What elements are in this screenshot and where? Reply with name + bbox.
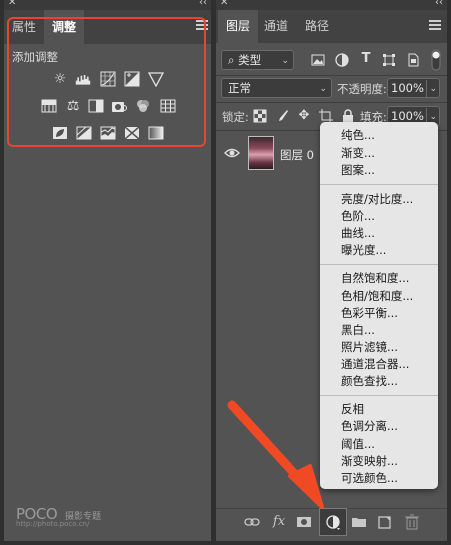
- chevron-down-icon: ⌄: [319, 84, 327, 94]
- menu-item-color-lookup[interactable]: 颜色查找...: [341, 374, 398, 388]
- poco-watermark: POCO 摄影专题 http://photo.poco.cn/: [16, 505, 101, 528]
- lock-transparent-icon[interactable]: [253, 109, 267, 123]
- panel-menu-icon[interactable]: [429, 20, 441, 30]
- menu-item-exposure[interactable]: 曝光度...: [341, 243, 386, 257]
- menu-item-gradient[interactable]: 渐变...: [341, 146, 375, 160]
- divider: [216, 102, 447, 103]
- tab-channels[interactable]: 通道: [256, 10, 296, 43]
- menu-item-brightness-contrast[interactable]: 亮度/对比度...: [341, 192, 413, 206]
- lock-label: 锁定:: [222, 110, 249, 124]
- smart-object-filter-icon[interactable]: [406, 53, 420, 67]
- type-filter-icon[interactable]: T: [359, 52, 373, 66]
- visibility-eye-icon[interactable]: [224, 146, 240, 160]
- layer-style-fx-icon[interactable]: fx: [270, 514, 288, 530]
- close-icon[interactable]: ✕: [8, 0, 16, 8]
- menu-separator: [320, 264, 438, 265]
- menu-item-curves[interactable]: 曲线...: [341, 226, 375, 240]
- menu-item-solid-color[interactable]: 纯色...: [341, 128, 375, 142]
- lock-all-icon[interactable]: [341, 109, 355, 123]
- menu-item-photo-filter[interactable]: 照片滤镜...: [341, 340, 398, 354]
- menu-item-hue-saturation[interactable]: 色相/饱和度...: [341, 289, 413, 303]
- left-titlebar: ✕ ‹‹: [4, 0, 211, 10]
- menu-item-threshold[interactable]: 阈值...: [341, 437, 375, 451]
- new-group-folder-icon[interactable]: [351, 514, 367, 530]
- tab-paths[interactable]: 路径: [297, 10, 337, 43]
- shape-filter-icon[interactable]: [382, 53, 396, 67]
- opacity-label: 不透明度:: [337, 82, 387, 96]
- delete-layer-trash-icon[interactable]: [404, 514, 420, 530]
- menu-item-pattern[interactable]: 图案...: [341, 163, 375, 177]
- collapse-icon[interactable]: ‹‹: [199, 0, 207, 8]
- chevron-down-icon[interactable]: ⌄: [426, 80, 437, 98]
- menu-item-gradient-map[interactable]: 渐变映射...: [341, 454, 398, 468]
- link-layers-icon[interactable]: [244, 514, 260, 530]
- image-filter-icon[interactable]: [311, 53, 325, 67]
- lock-position-icon[interactable]: ✥: [297, 109, 311, 123]
- fill-value: 100%: [391, 109, 424, 123]
- tab-layers[interactable]: 图层: [218, 10, 259, 43]
- menu-separator: [320, 184, 438, 185]
- chevron-down-icon: ⌄: [281, 56, 289, 66]
- menu-item-invert[interactable]: 反相: [341, 402, 364, 416]
- layer-thumbnail[interactable]: [248, 136, 274, 170]
- menu-item-selective-color[interactable]: 可选颜色...: [341, 471, 398, 485]
- adjustment-filter-icon[interactable]: [335, 53, 349, 67]
- layer-name[interactable]: 图层 0: [280, 147, 314, 163]
- blend-mode-select[interactable]: 正常 ⌄: [221, 78, 332, 98]
- blend-mode-value: 正常: [228, 81, 251, 95]
- watermark-url: http://photo.poco.cn/: [16, 520, 90, 528]
- collapse-icon[interactable]: ‹‹: [435, 0, 443, 8]
- menu-item-color-balance[interactable]: 色彩平衡...: [341, 306, 398, 320]
- menu-separator: [320, 395, 438, 396]
- layer-filter-value: 类型: [238, 53, 262, 67]
- menu-item-levels[interactable]: 色阶...: [341, 209, 375, 223]
- menu-item-channel-mixer[interactable]: 通道混合器...: [341, 357, 409, 371]
- add-mask-icon[interactable]: [296, 514, 312, 530]
- new-layer-icon[interactable]: [377, 514, 393, 530]
- adjustment-layer-icon[interactable]: [325, 514, 341, 530]
- lock-pixels-icon[interactable]: [275, 109, 289, 123]
- close-icon[interactable]: ✕: [220, 0, 228, 8]
- divider: [216, 75, 447, 76]
- layer-filter-select[interactable]: ⌕ 类型 ⌄: [221, 50, 294, 70]
- right-titlebar: ✕ ‹‹: [216, 0, 447, 10]
- opacity-input[interactable]: 100% ⌄: [387, 78, 440, 98]
- menu-item-vibrance[interactable]: 自然饱和度...: [341, 271, 409, 285]
- search-icon: ⌕: [228, 53, 235, 67]
- lock-artboard-icon[interactable]: [319, 109, 333, 123]
- menu-item-black-white[interactable]: 黑白...: [341, 323, 375, 337]
- highlight-annotation: [7, 17, 206, 147]
- menu-item-posterize[interactable]: 色调分离...: [341, 419, 398, 433]
- filter-toggle[interactable]: [431, 49, 441, 71]
- opacity-value: 100%: [391, 81, 424, 95]
